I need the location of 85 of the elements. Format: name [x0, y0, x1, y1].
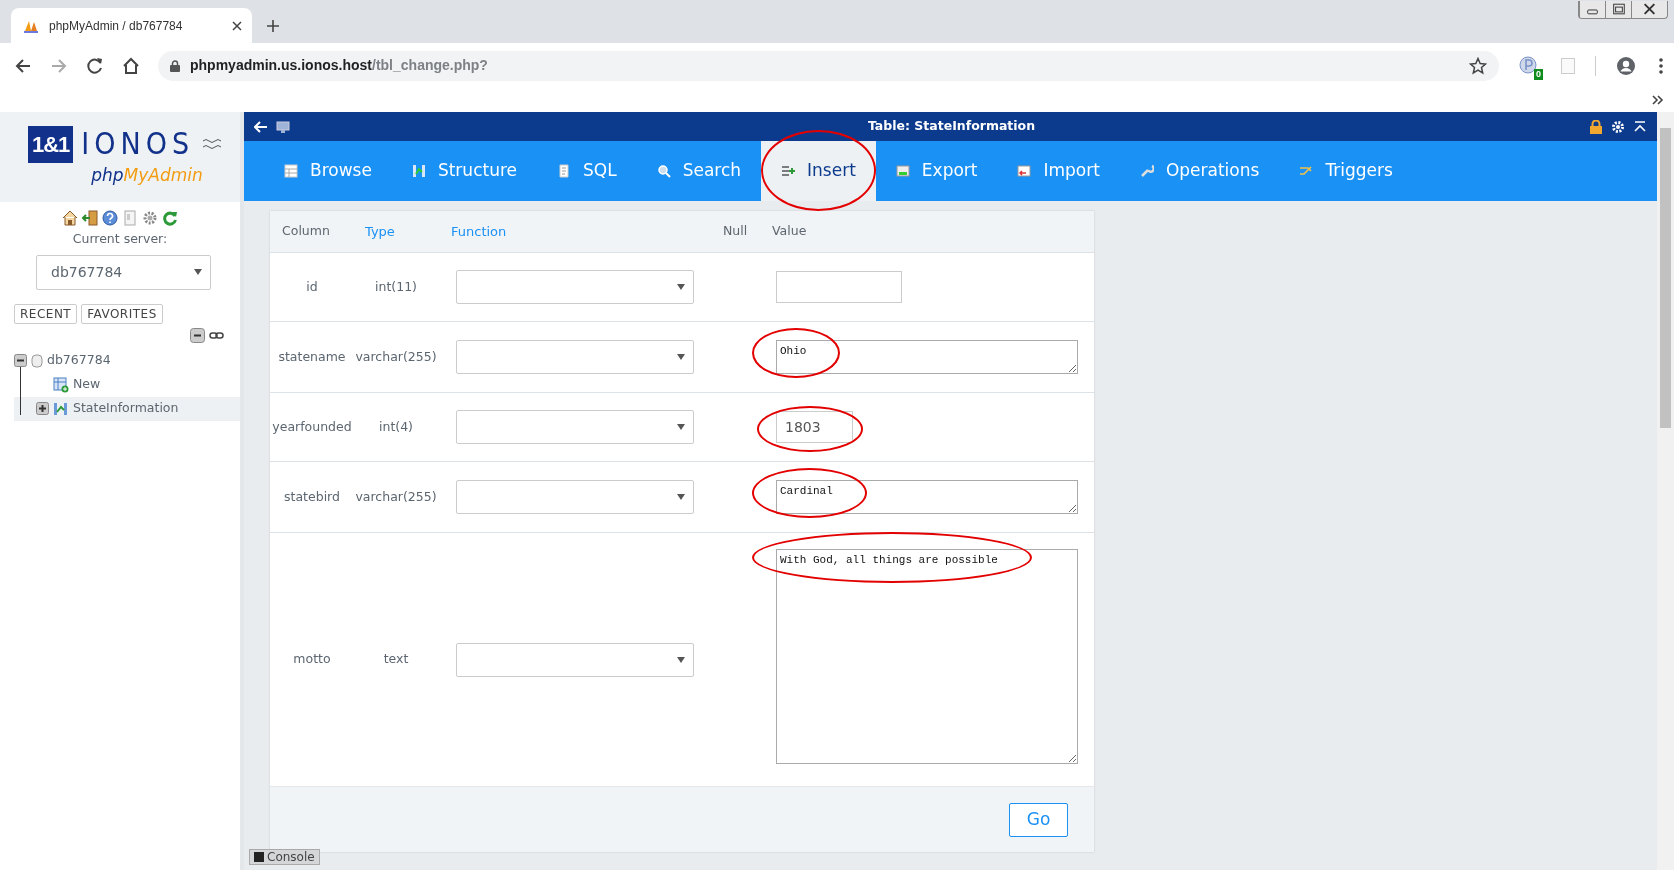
address-bar[interactable]: phpmyadmin.us.ionos.host/tbl_change.php? [158, 50, 1499, 81]
server-select[interactable]: db767784 [36, 254, 211, 290]
caret-icon [677, 656, 685, 663]
chart-icon [411, 164, 426, 178]
column-name: statename [277, 347, 347, 366]
tab[interactable]: Insert [761, 141, 876, 201]
monitor-icon[interactable] [276, 120, 290, 133]
value-field[interactable]: With God, all things are possible [776, 549, 1078, 764]
caret-icon [677, 424, 685, 430]
column-name: yearfounded [271, 417, 353, 436]
home-icon[interactable] [122, 56, 140, 75]
back-icon[interactable] [14, 56, 32, 75]
collapse-icon[interactable] [1633, 119, 1647, 134]
lock-icon [170, 59, 180, 72]
tab[interactable]: Import [997, 141, 1120, 201]
home-icon[interactable] [62, 210, 78, 226]
column-type: int(11) [374, 277, 418, 296]
column-type: varchar(255) [354, 487, 438, 506]
tree-item[interactable]: db767784 [14, 348, 240, 373]
column-header: Column [281, 222, 331, 241]
column-type: varchar(255) [354, 347, 438, 366]
logo-wordmark: IONOS [81, 129, 195, 160]
close-icon[interactable] [232, 20, 242, 31]
badge-count: 0 [1534, 68, 1543, 80]
value-field[interactable]: Ohio [776, 340, 1078, 374]
caret-icon [677, 494, 685, 500]
page-icon [557, 164, 571, 178]
tab[interactable]: Browse [264, 141, 392, 201]
help-icon[interactable] [102, 210, 118, 226]
value-field[interactable]: Cardinal [776, 480, 1078, 514]
grid-icon [284, 164, 298, 178]
scrollbar[interactable] [1657, 112, 1674, 870]
tab-title: phpMyAdmin / db767784 [49, 17, 184, 35]
tab[interactable]: Triggers [1279, 141, 1413, 201]
url-text: phpmyadmin.us.ionos.host/tbl_change.php? [190, 56, 489, 75]
logo-badge: 1&1 [27, 125, 74, 163]
server-label: Current server: [71, 230, 169, 248]
tree-item[interactable]: StateInformation [14, 396, 240, 421]
back-icon[interactable] [254, 120, 268, 133]
tree-item[interactable]: New [14, 372, 240, 397]
collapse-icon[interactable] [190, 327, 205, 343]
value-field[interactable]: 1803 [776, 411, 853, 443]
expand-icon[interactable] [36, 402, 49, 416]
caret-icon [677, 354, 685, 360]
import-icon [1017, 164, 1032, 178]
tab[interactable]: Search [636, 141, 762, 201]
tab[interactable]: Export [875, 141, 998, 201]
lock-icon[interactable] [1589, 119, 1603, 134]
exit-icon[interactable] [82, 210, 98, 226]
go-button[interactable]: Go [1009, 802, 1068, 837]
terminal-icon [254, 852, 264, 862]
tab[interactable]: SQL [537, 141, 637, 201]
favorites-button[interactable]: FAVORITES [81, 303, 163, 324]
new-tab-icon[interactable] [266, 19, 280, 33]
recent-button[interactable]: RECENT [14, 303, 78, 324]
search-icon [656, 164, 671, 178]
tab[interactable]: Structure [391, 141, 537, 201]
column-name: motto [292, 650, 332, 669]
browser-tab[interactable]: phpMyAdmin / db767784 [11, 8, 252, 43]
database-icon [31, 353, 43, 368]
arrows-icon [1299, 164, 1314, 178]
column-name: statebird [283, 487, 341, 506]
console-tab[interactable]: Console [249, 849, 320, 865]
star-icon[interactable] [1469, 56, 1487, 75]
column-header: Null [722, 222, 749, 241]
column-type: int(4) [378, 417, 414, 436]
value-field[interactable] [776, 271, 902, 303]
profile-icon[interactable] [1616, 55, 1636, 76]
tab[interactable]: Operations [1119, 141, 1280, 201]
caret-icon [194, 269, 202, 276]
collapse-icon[interactable] [14, 354, 27, 368]
new-table-icon [53, 376, 69, 393]
logo-product-name: phpMyAdmin [91, 163, 203, 187]
reload-icon[interactable] [86, 56, 104, 75]
rows-plus-icon [781, 164, 796, 178]
caret-icon [677, 284, 685, 290]
column-name: id [305, 277, 319, 296]
column-header: Value [771, 222, 808, 241]
table-icon [53, 400, 69, 417]
table-title: Table: StateInformation [866, 117, 1037, 136]
waves-icon [202, 137, 223, 152]
screen-icon [895, 164, 910, 178]
chevrons-icon[interactable] [1652, 95, 1664, 105]
column-type: text [382, 650, 410, 669]
menu-icon[interactable] [1658, 56, 1664, 75]
